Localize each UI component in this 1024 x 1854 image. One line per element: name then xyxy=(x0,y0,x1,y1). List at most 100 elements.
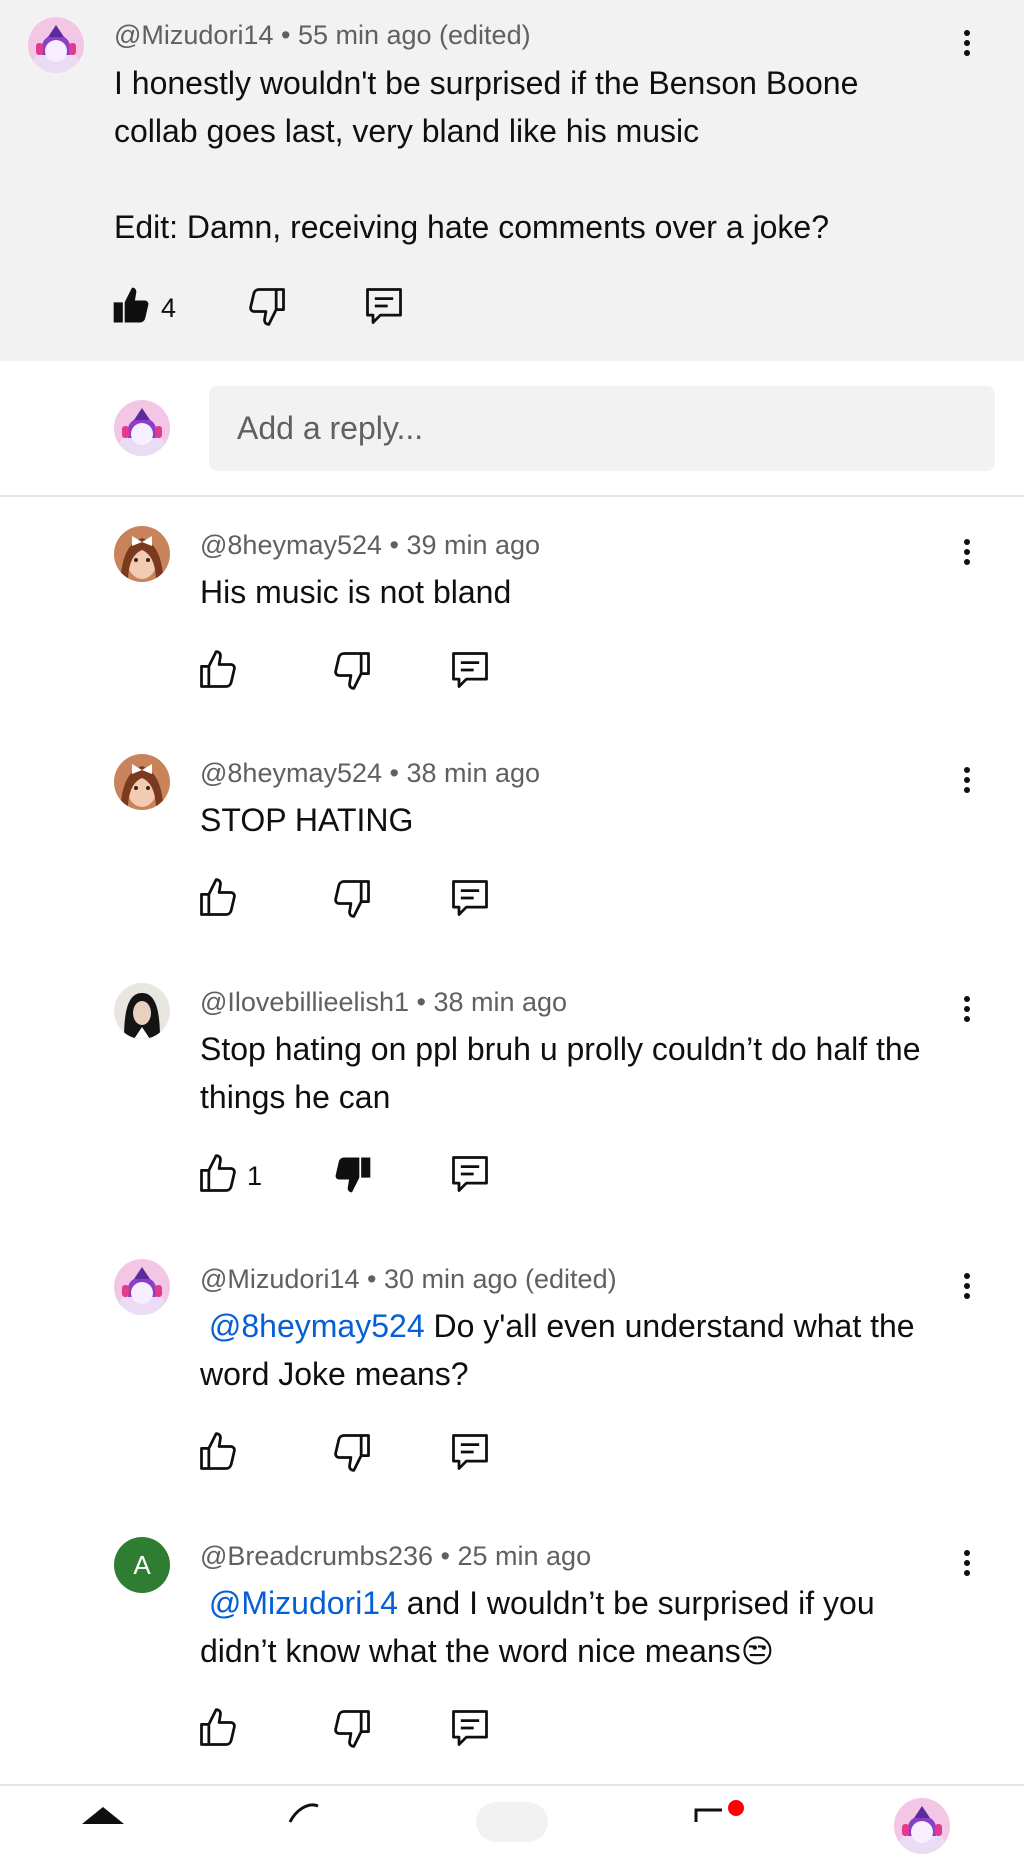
notification-dot xyxy=(728,1800,744,1816)
comment-time: 39 min ago xyxy=(406,530,541,560)
dislike-button[interactable] xyxy=(330,876,374,920)
like-button[interactable] xyxy=(196,648,240,692)
mention-link[interactable]: @8heymay524 xyxy=(209,1308,425,1344)
author-name[interactable]: @Mizudori14 xyxy=(200,1264,359,1294)
comment-line-rest: Do y'all even understand what the xyxy=(424,1308,915,1344)
reply-avatar[interactable] xyxy=(114,983,170,1039)
thumbs-up-icon xyxy=(196,1430,240,1474)
comment-time: 25 min ago xyxy=(457,1541,592,1571)
thumbs-up-icon xyxy=(196,1706,240,1750)
author-name[interactable]: @Breadcrumbs236 xyxy=(200,1541,433,1571)
reply-text: His music is not bland xyxy=(200,574,512,610)
comment-time: 38 min ago xyxy=(406,758,541,788)
reply-icon xyxy=(448,1706,492,1750)
comment-line: word Joke means? xyxy=(200,1356,469,1392)
reply-button[interactable] xyxy=(448,1152,492,1196)
thumbs-down-filled-icon xyxy=(330,1152,374,1196)
thumbs-up-filled-icon xyxy=(110,284,154,328)
reply-text: @8heymay524 Do y'all even understand wha… xyxy=(200,1302,990,1398)
divider xyxy=(0,495,1024,497)
reply-meta: @8heymay524 • 38 min ago xyxy=(200,758,540,789)
reply-icon xyxy=(448,1430,492,1474)
comment-time: 38 min ago xyxy=(433,987,568,1017)
parent-meta: @Mizudori14 • 55 min ago (edited) xyxy=(114,20,531,51)
reply-avatar[interactable] xyxy=(114,1259,170,1315)
comment-line: things he can xyxy=(200,1079,391,1115)
reply-input[interactable]: Add a reply... xyxy=(209,386,995,471)
like-button[interactable] xyxy=(196,876,240,920)
author-name[interactable]: @Ilovebillieelish1 xyxy=(200,987,409,1017)
create-button[interactable] xyxy=(476,1802,548,1842)
comment-time: 30 min ago (edited) xyxy=(383,1264,617,1294)
dislike-button[interactable] xyxy=(245,284,289,328)
dislike-button[interactable] xyxy=(330,648,374,692)
like-button[interactable] xyxy=(196,1430,240,1474)
mention-link[interactable]: @Mizudori14 xyxy=(209,1585,398,1621)
like-button[interactable] xyxy=(110,284,154,328)
author-name[interactable]: @8heymay524 xyxy=(200,530,382,560)
reply-button[interactable] xyxy=(448,1430,492,1474)
avatar-letter: A xyxy=(133,1550,151,1580)
thumbs-down-icon xyxy=(330,648,374,692)
reply-text: Stop hating on ppl bruh u prolly couldn’… xyxy=(200,1025,990,1121)
reply-button[interactable] xyxy=(448,876,492,920)
thumbs-down-icon xyxy=(330,1430,374,1474)
shorts-icon[interactable] xyxy=(282,1800,332,1824)
dislike-button[interactable] xyxy=(330,1706,374,1750)
parent-comment-text: I honestly wouldn't be surprised if the … xyxy=(114,59,974,251)
reply-avatar[interactable] xyxy=(114,754,170,810)
reply-placeholder: Add a reply... xyxy=(237,410,424,446)
dislike-button[interactable] xyxy=(330,1152,374,1196)
thumbs-down-icon xyxy=(330,1706,374,1750)
reply-avatar[interactable] xyxy=(114,526,170,582)
thumbs-down-icon xyxy=(330,876,374,920)
meta-separator: • xyxy=(433,1541,458,1571)
subscriptions-icon[interactable] xyxy=(692,1800,748,1824)
thumbs-down-icon xyxy=(245,284,289,328)
author-name[interactable]: @Mizudori14 xyxy=(114,20,273,50)
thumbs-up-icon xyxy=(196,648,240,692)
comment-line-rest: and I wouldn’t be surprised if you xyxy=(397,1585,875,1621)
reply-icon xyxy=(362,284,406,328)
reply-meta: @8heymay524 • 39 min ago xyxy=(200,530,540,561)
comment-line: collab goes last, very bland like his mu… xyxy=(114,113,700,149)
like-count: 1 xyxy=(247,1161,263,1191)
thumbs-up-icon xyxy=(196,876,240,920)
reply-text: @Mizudori14 and I wouldn’t be surprised … xyxy=(200,1579,990,1675)
reply-meta: @Mizudori14 • 30 min ago (edited) xyxy=(200,1264,617,1295)
comment-line: didn’t know what the word nice means😒 xyxy=(200,1633,775,1669)
meta-separator: • xyxy=(359,1264,384,1294)
reply-icon xyxy=(448,648,492,692)
comment-line: @Mizudori14 and I wouldn’t be surprised … xyxy=(200,1579,990,1627)
bottom-nav xyxy=(0,1784,1024,1823)
home-icon[interactable] xyxy=(78,1804,128,1824)
like-count: 4 xyxy=(161,293,177,323)
meta-separator: • xyxy=(409,987,434,1017)
parent-avatar[interactable] xyxy=(28,17,84,73)
current-user-avatar xyxy=(114,400,170,456)
reply-icon xyxy=(448,876,492,920)
reply-meta: @Breadcrumbs236 • 25 min ago xyxy=(200,1541,591,1572)
reply-button[interactable] xyxy=(448,648,492,692)
meta-separator: • xyxy=(382,530,407,560)
comment-line: Stop hating on ppl bruh u prolly couldn’… xyxy=(200,1031,921,1067)
reply-meta: @Ilovebillieelish1 • 38 min ago xyxy=(200,987,567,1018)
reply-avatar[interactable]: A xyxy=(114,1537,170,1593)
reply-text: STOP HATING xyxy=(200,802,414,838)
dislike-button[interactable] xyxy=(330,1430,374,1474)
comment-line: @8heymay524 Do y'all even understand wha… xyxy=(200,1302,990,1350)
profile-avatar[interactable] xyxy=(894,1798,950,1854)
parent-comment: @Mizudori14 • 55 min ago (edited) I hone… xyxy=(0,0,1024,361)
meta-separator: • xyxy=(273,20,298,50)
meta-separator: • xyxy=(382,758,407,788)
like-button[interactable] xyxy=(196,1706,240,1750)
reply-button[interactable] xyxy=(448,1706,492,1750)
reply-icon xyxy=(448,1152,492,1196)
reply-button[interactable] xyxy=(362,284,406,328)
like-button[interactable] xyxy=(196,1152,240,1196)
comment-edit-line: Edit: Damn, receiving hate comments over… xyxy=(114,209,829,245)
comment-time: 55 min ago (edited) xyxy=(297,20,531,50)
comment-line: I honestly wouldn't be surprised if the … xyxy=(114,65,859,101)
author-name[interactable]: @8heymay524 xyxy=(200,758,382,788)
thumbs-up-icon xyxy=(196,1152,240,1196)
